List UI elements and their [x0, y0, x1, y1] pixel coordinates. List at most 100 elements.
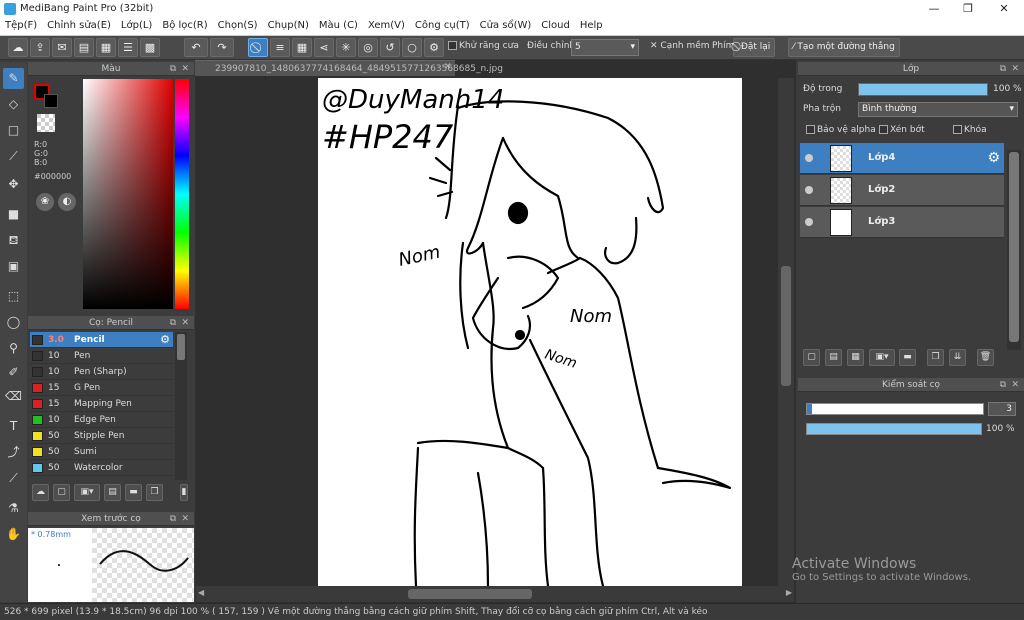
antialias-toggle[interactable]: Khử răng cưa — [448, 41, 519, 51]
layer-row-lop3[interactable]: Lớp3 — [800, 207, 1004, 238]
close-button[interactable]: ✕ — [986, 0, 1022, 18]
close-icon[interactable]: ✕ — [1011, 62, 1019, 76]
dot-tool-icon[interactable]: ⟋ — [3, 146, 24, 167]
brush-opacity-slider[interactable] — [806, 423, 982, 435]
brush-item[interactable]: 15 G Pen — [30, 380, 173, 396]
hue-slider[interactable] — [175, 79, 189, 309]
document-icon[interactable]: ▦ — [96, 38, 116, 57]
new-brush-icon[interactable]: ▢ — [53, 484, 70, 501]
color-wheel-icon[interactable]: ◐ — [58, 193, 76, 211]
drawing-canvas[interactable]: @DuyManh14 #HP247 Nom Nom Nom — [318, 78, 742, 586]
brush-item[interactable]: 10 Edge Pen — [30, 412, 173, 428]
comment-icon[interactable]: ✉ — [52, 38, 72, 57]
scrollbar-thumb[interactable] — [408, 589, 532, 599]
panel-icon[interactable]: ▤ — [74, 38, 94, 57]
menu-layer[interactable]: Lớp(L) — [116, 18, 157, 33]
gradient-tool-icon[interactable]: ▣ — [3, 256, 24, 277]
brush-tool-icon[interactable]: ✎ — [3, 68, 24, 89]
document-tab[interactable]: 239907810_1480637774168464_4849515771263… — [195, 60, 503, 76]
float-icon[interactable]: ⧉ — [170, 512, 176, 526]
gear-icon[interactable]: ⚙ — [987, 150, 1000, 166]
undo-icon[interactable]: ↶ — [184, 38, 208, 57]
float-icon[interactable]: ⧉ — [1000, 378, 1006, 392]
vertical-scrollbar[interactable] — [778, 78, 794, 586]
new-layer-icon[interactable]: ▢ — [803, 349, 820, 366]
blend-mode-select[interactable]: Bình thường ▾ — [858, 102, 1018, 117]
cloud-brush-icon[interactable]: ☁ — [32, 484, 49, 501]
float-icon[interactable]: ⧉ — [170, 62, 176, 76]
brush-item[interactable]: 50 Stipple Pen — [30, 428, 173, 444]
background-color-swatch[interactable] — [44, 94, 58, 108]
text-tool-icon[interactable]: T — [3, 416, 24, 437]
folder-icon[interactable]: ▬ — [125, 484, 142, 501]
rectangle-tool-icon[interactable]: □ — [3, 120, 24, 141]
transparent-color-swatch[interactable] — [37, 114, 55, 132]
eyedropper-tool-icon[interactable]: ⚗ — [3, 498, 24, 519]
new-layer-copy-icon[interactable]: ▤ — [825, 349, 842, 366]
lock-toggle[interactable]: Khóa — [953, 125, 987, 135]
menu-help[interactable]: Help — [575, 18, 608, 33]
arrow-right-icon[interactable]: ▶ — [786, 588, 792, 597]
menu-select[interactable]: Chọn(S) — [213, 18, 263, 33]
brush-item[interactable]: 50 Watercolor — [30, 460, 173, 476]
maximize-button[interactable]: ❐ — [950, 0, 986, 18]
snap-off-icon[interactable]: ⃠ — [248, 38, 268, 57]
visibility-eye-icon[interactable] — [805, 186, 813, 194]
upload-icon[interactable]: ⇪ — [30, 38, 50, 57]
circle-snap-icon[interactable]: ◎ — [358, 38, 378, 57]
operation-tool-icon[interactable]: ⤴ — [3, 442, 24, 463]
adjust-select[interactable]: 5 ▾ — [571, 39, 639, 56]
layer-opacity-slider[interactable] — [858, 83, 988, 96]
merge-layer-icon[interactable]: ⇊ — [949, 349, 966, 366]
close-icon[interactable]: ✕ — [181, 62, 189, 76]
layer-row-lop2[interactable]: Lớp2 — [800, 175, 1004, 206]
horizontal-scrollbar[interactable]: ◀ ▶ — [196, 586, 794, 602]
brush-list-scrollbar[interactable] — [175, 332, 187, 480]
close-icon[interactable]: ✕ — [181, 316, 189, 330]
move-tool-icon[interactable]: ✥ — [3, 174, 24, 195]
scrollbar-thumb[interactable] — [177, 334, 185, 360]
minimize-button[interactable]: — — [916, 0, 952, 18]
select-tool-icon[interactable]: ⬚ — [3, 286, 24, 307]
straight-line-button[interactable]: ⁄ Tạo một đường thẳng — [788, 38, 900, 57]
duplicate-layer-icon[interactable]: ❐ — [927, 349, 944, 366]
layer-row-lop4[interactable]: Lớp4 ⚙ — [800, 143, 1004, 174]
select-eraser-tool-icon[interactable]: ⌫ — [3, 386, 24, 407]
brush-item[interactable]: 3.0 Pencil ⚙ — [30, 332, 173, 348]
fill-rect-tool-icon[interactable]: ■ — [3, 204, 24, 225]
magic-wand-tool-icon[interactable]: ⚲ — [3, 338, 24, 359]
folder-icon[interactable]: ▬ — [899, 349, 916, 366]
arrow-left-icon[interactable]: ◀ — [198, 588, 204, 597]
trash-icon[interactable]: 🗑 — [977, 349, 994, 366]
perspective-snap-icon[interactable]: ⋖ — [314, 38, 334, 57]
menu-file[interactable]: Tệp(F) — [0, 18, 42, 33]
curve-snap-icon[interactable]: ↺ — [380, 38, 400, 57]
protect-alpha-toggle[interactable]: Bảo vệ alpha — [806, 125, 876, 135]
redo-icon[interactable]: ↷ — [210, 38, 234, 57]
add-brush-icon[interactable]: ▣▾ — [74, 484, 100, 501]
add-layer-menu-icon[interactable]: ▣▾ — [869, 349, 895, 366]
brush-size-value[interactable]: 3 — [988, 402, 1016, 416]
visibility-eye-icon[interactable] — [805, 154, 813, 162]
grid-icon[interactable]: ▩ — [140, 38, 160, 57]
layer-list-scrollbar[interactable] — [1007, 150, 1021, 350]
brush-size-slider[interactable] — [806, 403, 984, 415]
grid-snap-icon[interactable]: ▦ — [292, 38, 312, 57]
menu-tools[interactable]: Công cụ(T) — [410, 18, 475, 33]
palette-icon[interactable]: ❀ — [36, 193, 54, 211]
brush-item[interactable]: 50 Sumi — [30, 444, 173, 460]
more-icon[interactable]: ▮ — [180, 484, 188, 501]
menu-cloud[interactable]: Cloud — [536, 18, 575, 33]
menu-view[interactable]: Xem(V) — [363, 18, 410, 33]
scrollbar-thumb[interactable] — [1009, 152, 1019, 342]
soft-edge-toggle[interactable]: ✕ Cạnh mềm — [650, 41, 710, 51]
hand-tool-icon[interactable]: ✋ — [3, 524, 24, 545]
brush-item[interactable]: 15 Mapping Pen — [30, 396, 173, 412]
reset-button[interactable]: ⃠ Đặt lại — [733, 38, 776, 57]
settings-snap-icon[interactable]: ⚙ — [424, 38, 444, 57]
cloud-icon[interactable]: ☁ — [8, 38, 28, 57]
brush-item[interactable]: 10 Pen (Sharp) — [30, 364, 173, 380]
ellipse-snap-icon[interactable]: ○ — [402, 38, 422, 57]
close-icon[interactable]: ✕ — [1011, 378, 1019, 392]
float-icon[interactable]: ⧉ — [1000, 62, 1006, 76]
